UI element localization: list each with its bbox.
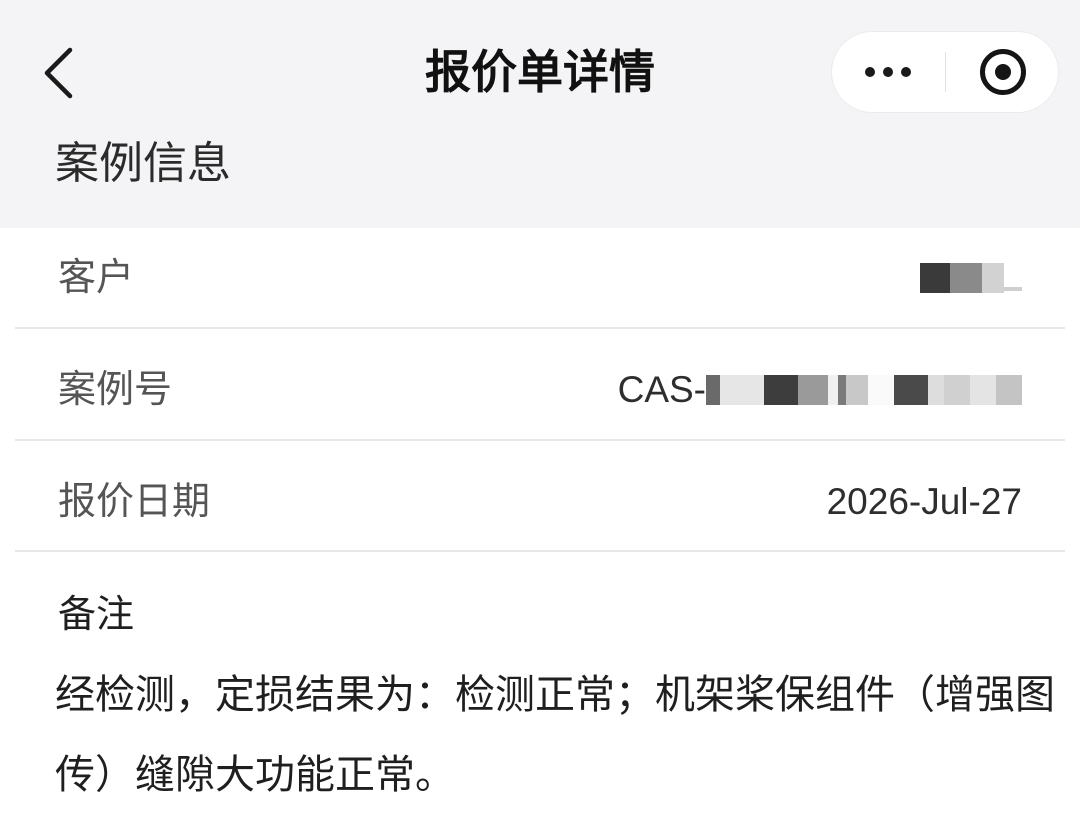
redaction-block <box>846 375 868 405</box>
case-number-prefix: CAS- <box>617 369 706 410</box>
redaction-block <box>1004 287 1022 291</box>
target-dot-icon <box>995 64 1011 80</box>
redaction-block <box>706 375 720 405</box>
row-divider <box>15 327 1065 329</box>
redaction-block <box>920 263 950 293</box>
redacted-mosaic <box>706 375 1022 405</box>
remarks-title: 备注 <box>58 594 135 636</box>
more-menu-button[interactable] <box>832 32 944 112</box>
redacted-mosaic <box>920 263 1022 293</box>
redaction-block <box>838 375 846 405</box>
row-label: 案例号 <box>58 369 173 411</box>
redaction-block <box>950 263 982 293</box>
more-dots-icon <box>865 67 875 77</box>
row-value-case-number: CAS- <box>618 362 1022 418</box>
redaction-block <box>868 375 894 405</box>
row-label: 报价日期 <box>58 481 211 523</box>
page-title: 报价单详情 <box>425 46 655 98</box>
header-area: 报价单详情 案例信息 <box>0 0 1080 228</box>
more-dots-icon <box>901 67 911 77</box>
redaction-block <box>764 375 798 405</box>
remarks-text: 经检测，定损结果为：检测正常；机架桨保组件（增强图传）缝隙大功能正常。 <box>55 673 1055 797</box>
info-row-quote-date: 报价日期 2026-Jul-27 <box>0 474 1080 530</box>
redaction-block <box>970 375 996 405</box>
row-divider <box>15 439 1065 441</box>
redaction-block <box>828 375 838 405</box>
redaction-block <box>944 375 970 405</box>
row-divider <box>15 550 1065 552</box>
mini-program-capsule <box>832 32 1058 112</box>
redaction-block <box>798 375 828 405</box>
more-dots-icon <box>883 67 893 77</box>
chevron-left-icon <box>44 47 73 99</box>
row-label: 客户 <box>58 257 135 299</box>
redaction-block <box>720 375 764 405</box>
info-row-case-number: 案例号 CAS- <box>0 362 1080 418</box>
section-title-case-info: 案例信息 <box>55 139 231 188</box>
redaction-block <box>894 375 928 405</box>
quote-date-value: 2026-Jul-27 <box>826 481 1022 522</box>
redaction-block <box>982 263 1004 293</box>
row-value-redacted <box>920 250 1022 306</box>
info-row-customer: 客户 <box>0 250 1080 306</box>
back-button[interactable] <box>36 44 84 102</box>
redaction-block <box>928 375 944 405</box>
redaction-block <box>996 375 1022 405</box>
close-mini-program-button[interactable] <box>946 32 1058 112</box>
